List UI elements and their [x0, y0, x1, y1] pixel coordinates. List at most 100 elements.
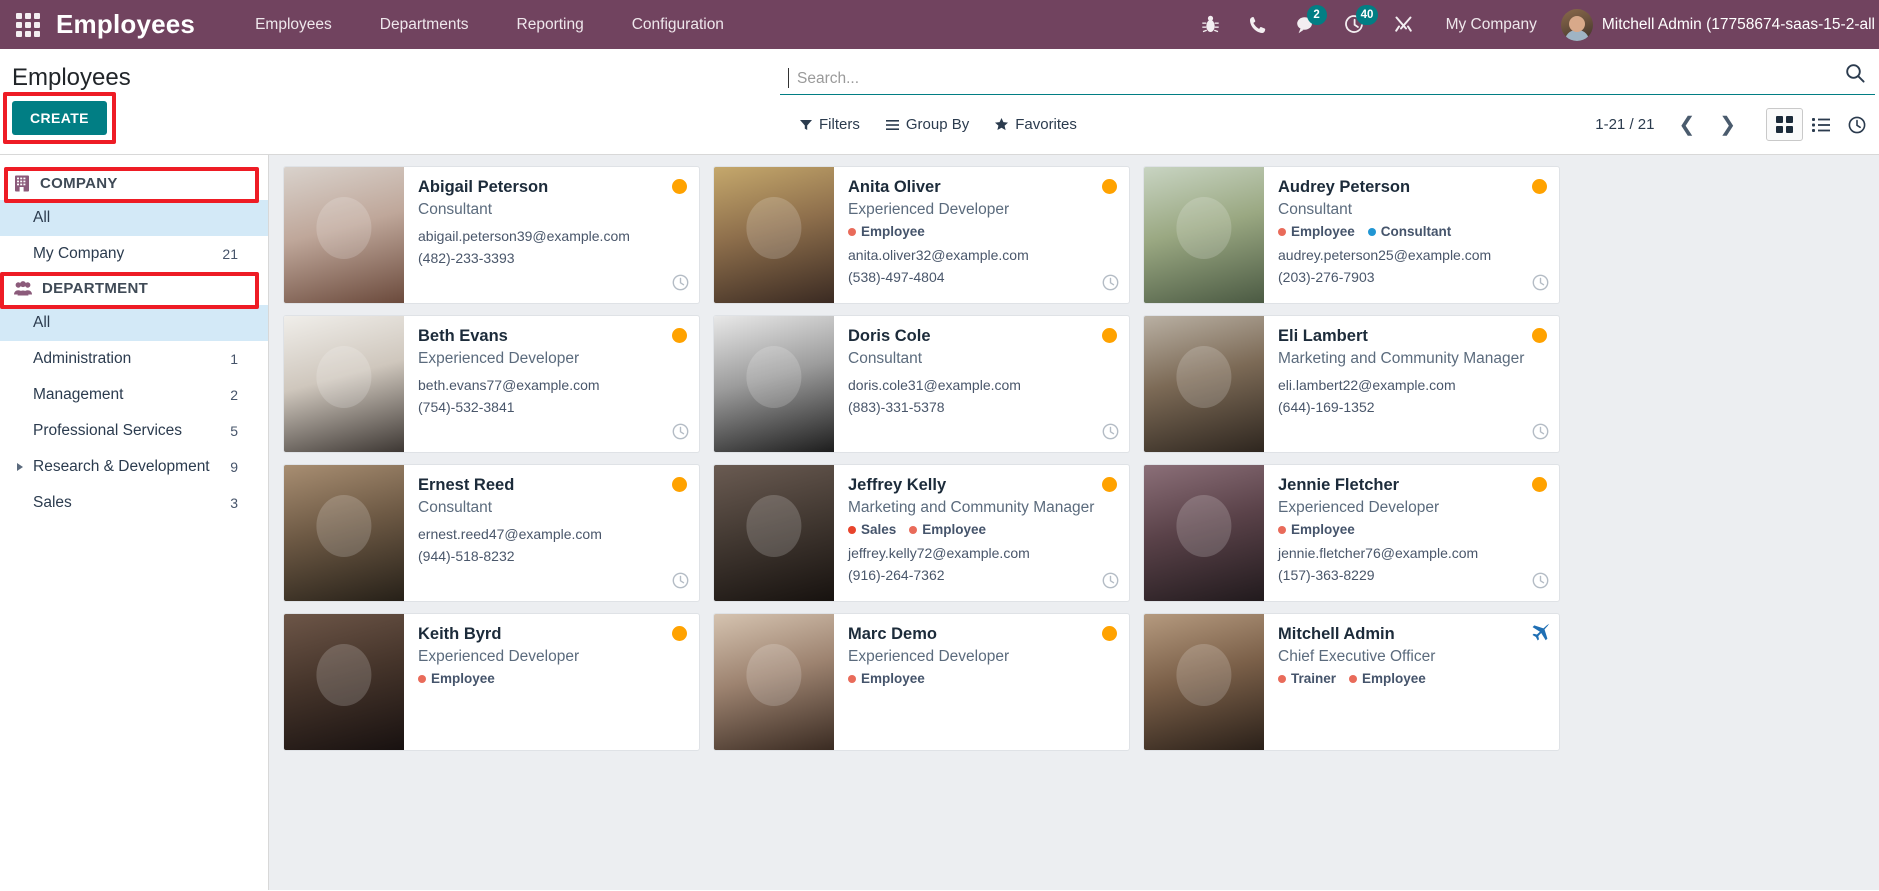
employee-tag: Employee	[1349, 671, 1426, 686]
activity-clock-icon[interactable]	[672, 423, 689, 445]
phone-icon[interactable]	[1234, 0, 1281, 49]
activity-clock-icon[interactable]: 40	[1330, 0, 1379, 49]
tag-label: Employee	[1291, 224, 1355, 239]
status-dot[interactable]	[1102, 477, 1117, 492]
employee-tags: Employee	[1278, 522, 1533, 537]
status-dot[interactable]	[1532, 328, 1547, 343]
company-switcher[interactable]: My Company	[1428, 16, 1555, 34]
employee-card[interactable]: Audrey Peterson Consultant Employee Consult…	[1143, 166, 1560, 304]
pager-next-button[interactable]: ❯	[1709, 113, 1746, 137]
employee-card-body: Anita Oliver Experienced Developer Employe…	[834, 167, 1129, 303]
employee-email: beth.evans77@example.com	[418, 377, 600, 393]
status-dot[interactable]	[672, 179, 687, 194]
employee-card-body: Beth Evans Experienced Developer beth.evan…	[404, 316, 699, 452]
employee-card[interactable]: Eli Lambert Marketing and Community Manag…	[1143, 315, 1560, 453]
activity-clock-icon[interactable]	[1102, 274, 1119, 296]
sidebar-item-administration[interactable]: Administration 1	[0, 341, 268, 377]
employee-card[interactable]: Abigail Peterson Consultant abigail.peters…	[283, 166, 700, 304]
status-dot[interactable]	[672, 477, 687, 492]
group-by-button[interactable]: Group By	[885, 116, 969, 133]
sidebar-item-count: 3	[230, 495, 238, 511]
employee-card[interactable]: Anita Oliver Experienced Developer Employe…	[713, 166, 1130, 304]
kanban-view-button[interactable]	[1766, 108, 1803, 141]
employee-photo	[714, 167, 834, 303]
employee-name: Abigail Peterson	[418, 178, 549, 196]
status-dot[interactable]	[1532, 179, 1547, 194]
employee-name: Mitchell Admin	[1278, 625, 1395, 643]
main-menu: Employees Departments Reporting Configur…	[231, 0, 748, 50]
menu-item-departments[interactable]: Departments	[356, 0, 493, 50]
employee-card-body: Jeffrey Kelly Marketing and Community Man…	[834, 465, 1129, 601]
status-dot[interactable]	[1532, 477, 1547, 492]
sidebar-header-company-label: COMPANY	[40, 175, 118, 192]
sidebar-section-company: COMPANY	[0, 167, 268, 203]
sidebar-item-sales[interactable]: Sales 3	[0, 485, 268, 521]
employee-card[interactable]: Keith Byrd Experienced Developer Employee	[283, 613, 700, 751]
sidebar-item-count: 21	[222, 246, 238, 262]
sidebar-item-department-all[interactable]: All	[0, 305, 268, 341]
status-dot[interactable]	[1102, 626, 1117, 641]
sidebar-item-label: Professional Services	[33, 422, 183, 439]
sidebar-item-label: Research & Development	[33, 458, 210, 475]
status-dot[interactable]	[1102, 328, 1117, 343]
employee-tag: Employee	[909, 522, 986, 537]
sidebar-item-management[interactable]: Management 2	[0, 377, 268, 413]
employee-card[interactable]: Jeffrey Kelly Marketing and Community Man…	[713, 464, 1130, 602]
status-dot[interactable]	[1102, 179, 1117, 194]
activity-clock-icon[interactable]	[1532, 423, 1549, 445]
employee-card[interactable]: Jennie Fletcher Experienced Developer Empl…	[1143, 464, 1560, 602]
pager-previous-button[interactable]: ❮	[1668, 113, 1705, 137]
tag-label: Employee	[861, 224, 925, 239]
sidebar-item-research-development[interactable]: Research & Development 9	[0, 449, 268, 485]
employee-card[interactable]: Marc Demo Experienced Developer Employee	[713, 613, 1130, 751]
filters-button[interactable]: Filters	[800, 116, 860, 133]
sidebar: COMPANY All My Company 21 DEPARTMENT All…	[0, 155, 269, 890]
sidebar-item-professional-services[interactable]: Professional Services 5	[0, 413, 268, 449]
employee-card[interactable]: Doris Cole Consultant doris.cole31@example…	[713, 315, 1130, 453]
chat-icon[interactable]: 2	[1281, 0, 1330, 49]
employee-job-title: Marketing and Community Manager	[1278, 350, 1525, 367]
tools-icon[interactable]	[1379, 0, 1428, 49]
sidebar-item-label: Administration	[33, 350, 132, 367]
sidebar-item-company-all[interactable]: All	[0, 200, 268, 236]
status-dot[interactable]	[672, 328, 687, 343]
sidebar-item-my-company[interactable]: My Company 21	[0, 236, 268, 272]
plane-icon[interactable]	[1530, 623, 1550, 647]
menu-item-configuration[interactable]: Configuration	[608, 0, 748, 50]
create-button[interactable]: CREATE	[12, 101, 107, 135]
bug-icon[interactable]	[1187, 0, 1234, 49]
status-dot[interactable]	[672, 626, 687, 641]
sidebar-item-label: All	[33, 209, 51, 226]
chevron-right-icon[interactable]	[17, 463, 23, 471]
menu-item-employees[interactable]: Employees	[231, 0, 356, 50]
list-view-button[interactable]	[1803, 110, 1839, 140]
user-menu[interactable]: Mitchell Admin (17758674-saas-15-2-all	[1555, 8, 1875, 41]
employee-email: jennie.fletcher76@example.com	[1278, 545, 1479, 561]
search-bar	[780, 59, 1875, 95]
search-input[interactable]	[789, 70, 1835, 88]
favorites-button[interactable]: Favorites	[995, 116, 1077, 133]
search-icon[interactable]	[1835, 63, 1875, 88]
employee-email: ernest.reed47@example.com	[418, 526, 602, 542]
employee-tag: Employee	[1278, 224, 1355, 239]
activity-view-button[interactable]	[1839, 109, 1875, 141]
employee-job-title: Experienced Developer	[418, 648, 580, 665]
apps-grid-icon[interactable]	[0, 12, 56, 37]
list-icon	[1812, 117, 1830, 132]
activity-clock-icon[interactable]	[1102, 423, 1119, 445]
employee-card[interactable]: Beth Evans Experienced Developer beth.evan…	[283, 315, 700, 453]
activity-clock-icon[interactable]	[1102, 572, 1119, 594]
employee-card[interactable]: Ernest Reed Consultant ernest.reed47@examp…	[283, 464, 700, 602]
tag-dot	[1278, 674, 1286, 683]
create-button-wrapper: CREATE	[3, 92, 116, 144]
activity-clock-icon[interactable]	[1532, 274, 1549, 296]
employee-card[interactable]: Mitchell Admin Chief Executive Officer Tra…	[1143, 613, 1560, 751]
employee-photo	[714, 465, 834, 601]
activity-clock-icon[interactable]	[1532, 572, 1549, 594]
activity-clock-icon[interactable]	[672, 572, 689, 594]
activity-clock-icon[interactable]	[672, 274, 689, 296]
sidebar-header-company: COMPANY	[0, 167, 268, 200]
employee-phone: (944)-518-8232	[418, 548, 515, 564]
tag-label: Consultant	[1380, 224, 1452, 239]
menu-item-reporting[interactable]: Reporting	[493, 0, 608, 50]
